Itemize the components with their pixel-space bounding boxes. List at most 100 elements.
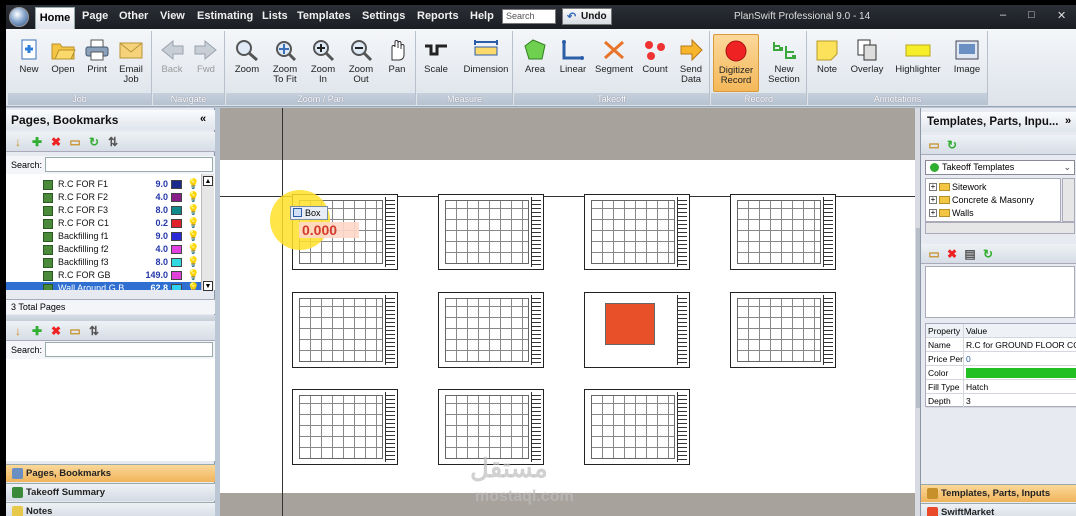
item-color-swatch[interactable]: [171, 232, 182, 241]
parts-edit-icon[interactable]: ▤: [963, 247, 977, 261]
expand-icon[interactable]: +: [929, 196, 937, 204]
template-folder-icon[interactable]: ▭: [927, 138, 941, 152]
tab-pages-bookmarks[interactable]: Pages, Bookmarks: [6, 464, 215, 482]
sort-icon-2[interactable]: ⇅: [87, 324, 101, 338]
new-section-button[interactable]: New Section: [763, 34, 805, 92]
overlay-button[interactable]: Overlay: [846, 34, 888, 92]
refresh-icon[interactable]: ↻: [87, 135, 101, 149]
menu-view[interactable]: View: [160, 10, 185, 22]
tab-takeoff-summary[interactable]: Takeoff Summary: [6, 483, 215, 501]
lightbulb-icon[interactable]: 💡: [187, 230, 199, 243]
forward-button[interactable]: Fwd: [187, 34, 225, 92]
app-menu-icon[interactable]: [9, 7, 29, 27]
image-button[interactable]: Image: [948, 34, 986, 92]
menu-home[interactable]: Home: [35, 7, 75, 29]
sort-icon[interactable]: ⇅: [106, 135, 120, 149]
scale-button[interactable]: Scale: [417, 34, 455, 92]
expand-icon[interactable]: +: [929, 209, 937, 217]
template-refresh-icon[interactable]: ↻: [945, 138, 959, 152]
add-icon-2[interactable]: ✚: [30, 324, 44, 338]
list-item[interactable]: Backfilling f1 9.0 💡: [6, 230, 201, 243]
linear-button[interactable]: Linear: [554, 34, 592, 92]
delete-icon-2[interactable]: ✖: [49, 324, 63, 338]
folder-icon-2[interactable]: ▭: [68, 324, 82, 338]
pan-button[interactable]: Pan: [378, 34, 416, 92]
item-color-swatch[interactable]: [171, 180, 182, 189]
item-color-swatch[interactable]: [171, 193, 182, 202]
delete-icon[interactable]: ✖: [49, 135, 63, 149]
item-color-swatch[interactable]: [171, 271, 182, 280]
menu-lists[interactable]: Lists: [262, 10, 288, 22]
page-thumbnail[interactable]: [292, 389, 398, 465]
close-button[interactable]: ✕: [1057, 9, 1066, 22]
item-color-swatch[interactable]: [171, 219, 182, 228]
collapse-pane-icon[interactable]: «: [200, 113, 206, 125]
menu-other[interactable]: Other: [119, 10, 148, 22]
count-button[interactable]: Count: [636, 34, 674, 92]
maximize-button[interactable]: □: [1028, 9, 1035, 21]
zoom-to-fit-button[interactable]: Zoom To Fit: [266, 34, 304, 92]
item-color-swatch[interactable]: [171, 206, 182, 215]
page-thumbnail[interactable]: [584, 194, 690, 270]
undo-button[interactable]: ↶ Undo: [562, 8, 612, 25]
notes-search-input[interactable]: [45, 342, 213, 357]
expand-icon[interactable]: +: [929, 183, 937, 191]
segment-button[interactable]: Segment: [592, 34, 636, 92]
new-button[interactable]: New: [10, 34, 48, 92]
menu-templates[interactable]: Templates: [297, 10, 351, 22]
page-thumbnail[interactable]: [584, 292, 690, 368]
list-item[interactable]: R.C FOR F1 9.0 💡: [6, 178, 201, 191]
minimize-button[interactable]: –: [1000, 9, 1006, 21]
item-color-swatch[interactable]: [171, 284, 182, 290]
tab-notes[interactable]: Notes: [6, 502, 215, 516]
zoom-out-button[interactable]: Zoom Out: [342, 34, 380, 92]
email-job-button[interactable]: Email Job: [112, 34, 150, 92]
menu-settings[interactable]: Settings: [362, 10, 405, 22]
send-data-button[interactable]: Send Data: [672, 34, 710, 92]
list-item[interactable]: R.C FOR F3 8.0 💡: [6, 204, 201, 217]
expand-pane-icon[interactable]: »: [1065, 115, 1071, 127]
parts-folder-icon[interactable]: ▭: [927, 247, 941, 261]
parts-delete-icon[interactable]: ✖: [945, 247, 959, 261]
page-thumbnail[interactable]: [730, 292, 836, 368]
list-item[interactable]: R.C FOR F2 4.0 💡: [6, 191, 201, 204]
print-button[interactable]: Print: [78, 34, 116, 92]
search-input[interactable]: Search: [502, 9, 556, 24]
tree-hscrollbar[interactable]: [925, 222, 1075, 234]
prop-price-per[interactable]: Price Per 0: [926, 352, 1076, 366]
list-item[interactable]: R.C FOR C1 0.2 💡: [6, 217, 201, 230]
ruler-icon-2[interactable]: ↓: [11, 324, 25, 338]
page-thumbnail[interactable]: [438, 292, 544, 368]
scroll-down-icon[interactable]: ▼: [203, 281, 213, 291]
page-thumbnail[interactable]: [438, 194, 544, 270]
lightbulb-icon[interactable]: 💡: [187, 191, 199, 204]
highlighter-button[interactable]: Highlighter: [890, 34, 946, 92]
item-color-swatch[interactable]: [171, 258, 182, 267]
list-scrollbar[interactable]: ▲ ▼: [201, 174, 214, 291]
parts-refresh-icon[interactable]: ↻: [981, 247, 995, 261]
prop-name[interactable]: Name R.C for GROUND FLOOR COL: [926, 338, 1076, 352]
list-item[interactable]: Backfilling f2 4.0 💡: [6, 243, 201, 256]
menu-page[interactable]: Page: [82, 10, 108, 22]
prop-color[interactable]: Color: [926, 366, 1076, 380]
menu-estimating[interactable]: Estimating: [197, 10, 253, 22]
pages-search-input[interactable]: [45, 157, 213, 172]
page-thumbnail[interactable]: [584, 389, 690, 465]
tab-templates-parts-inputs[interactable]: Templates, Parts, Inputs: [921, 484, 1076, 502]
digitizer-record-button[interactable]: Digitizer Record: [713, 34, 759, 92]
list-item[interactable]: R.C FOR GB 149.0 💡: [6, 269, 201, 282]
list-item[interactable]: Wall Around G.B 62.8 💡: [6, 282, 201, 290]
zoom-in-button[interactable]: Zoom In: [304, 34, 342, 92]
open-button[interactable]: Open: [44, 34, 82, 92]
template-select[interactable]: Takeoff Templates ⌄: [925, 160, 1075, 175]
lightbulb-icon[interactable]: 💡: [187, 204, 199, 217]
drawing-canvas[interactable]: Box 0.000 مستقل mostaql.com: [220, 108, 915, 516]
page-thumbnail[interactable]: [730, 194, 836, 270]
color-swatch[interactable]: [966, 368, 1076, 378]
lightbulb-icon[interactable]: 💡: [187, 282, 199, 290]
folder-icon[interactable]: ▭: [68, 135, 82, 149]
prop-depth[interactable]: Depth 3: [926, 394, 1076, 408]
page-thumbnail[interactable]: [292, 292, 398, 368]
tree-item-walls[interactable]: + Walls: [926, 207, 974, 220]
lightbulb-icon[interactable]: 💡: [187, 217, 199, 230]
